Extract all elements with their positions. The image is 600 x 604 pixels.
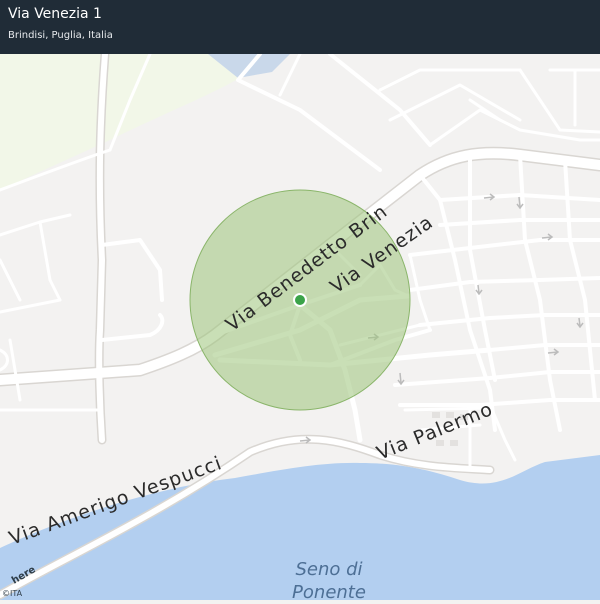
address-subtitle: Brindisi, Puglia, Italia bbox=[8, 30, 113, 41]
map-canvas[interactable]: Via Benedetto Brin Via Venezia Via Paler… bbox=[0, 0, 600, 603]
country-code: ©ITA bbox=[2, 589, 23, 598]
water-label-line1: Seno di bbox=[295, 559, 362, 580]
water-label-line2: Ponente bbox=[292, 582, 366, 600]
location-marker[interactable] bbox=[295, 295, 305, 305]
address-title: Via Venezia 1 bbox=[8, 6, 102, 22]
location-header: Via Venezia 1 Brindisi, Puglia, Italia bbox=[0, 0, 600, 54]
map-svg: Via Benedetto Brin Via Venezia Via Paler… bbox=[0, 0, 600, 603]
